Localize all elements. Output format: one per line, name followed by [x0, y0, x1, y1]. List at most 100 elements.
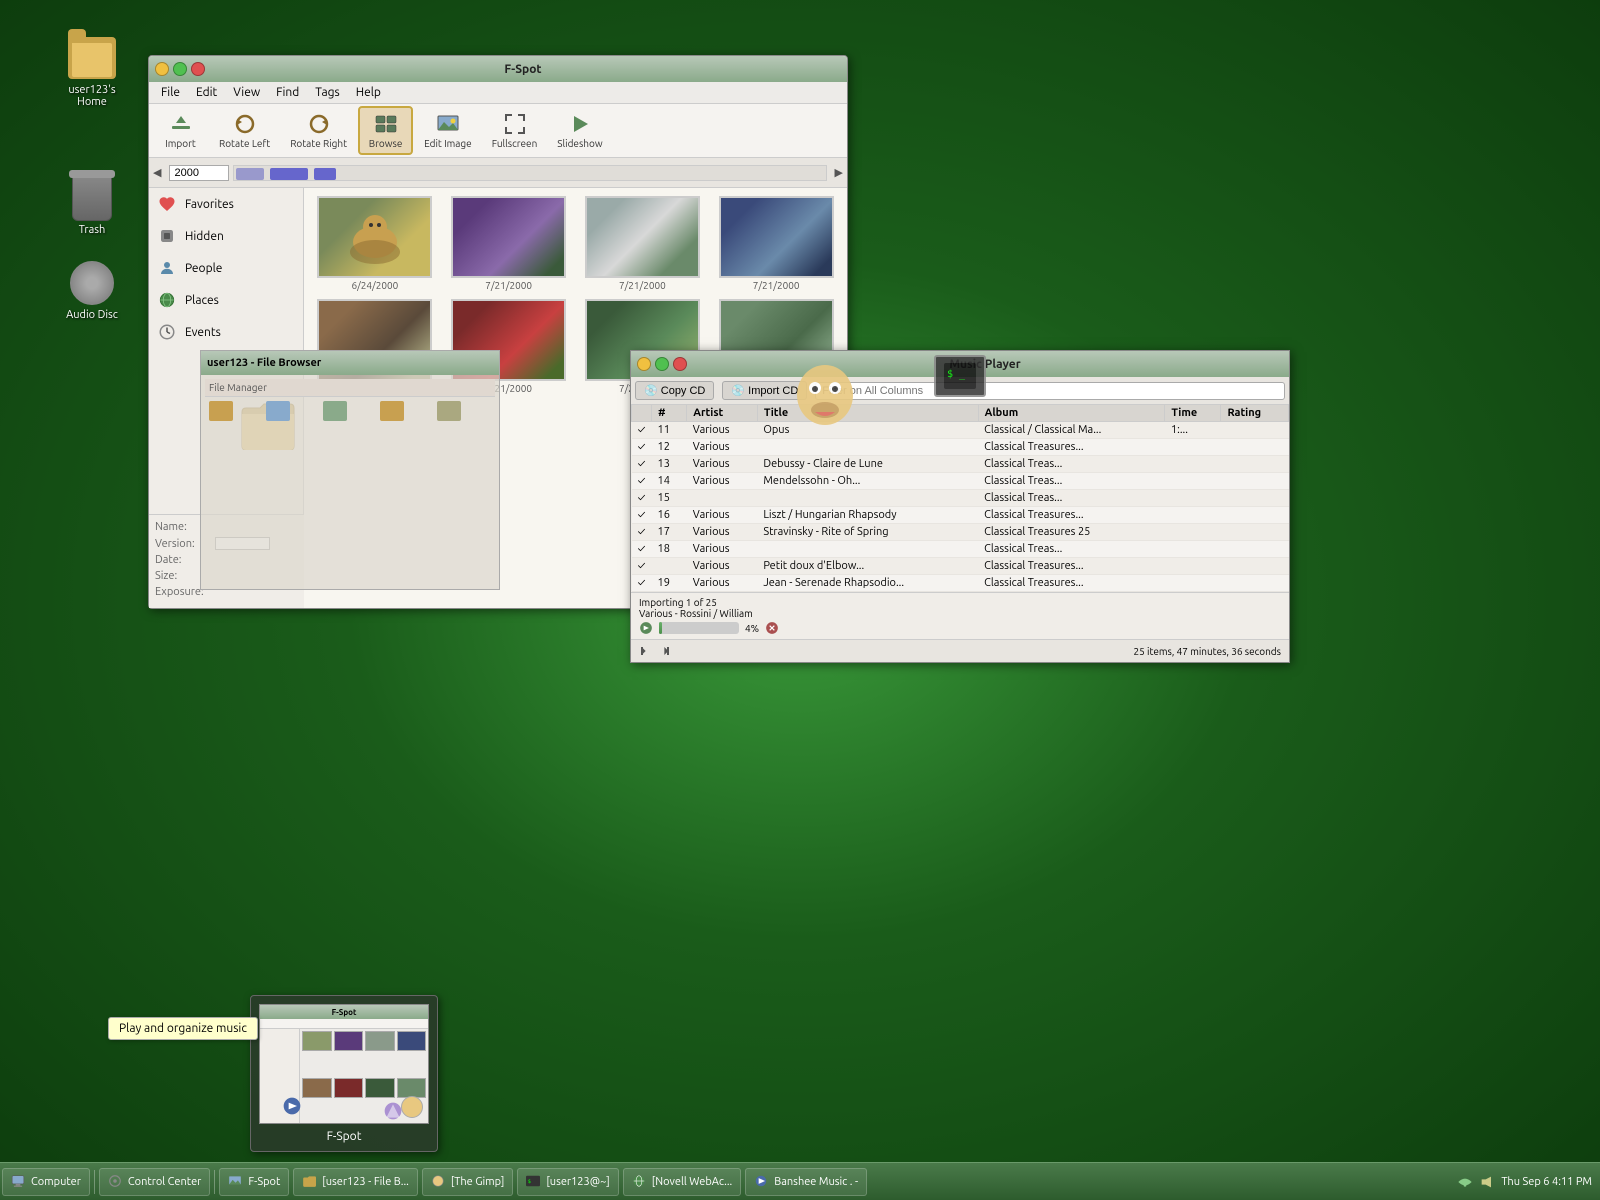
fullscreen-icon — [503, 112, 527, 136]
taskbar-control-center[interactable]: Control Center — [99, 1168, 210, 1196]
sidebar-events[interactable]: Events — [149, 316, 303, 348]
timeline-next[interactable]: ▶ — [835, 166, 843, 179]
clock: Thu Sep 6 4:11 PM — [1501, 1176, 1592, 1188]
banshee-filter-input[interactable] — [815, 382, 1285, 400]
fullscreen-label: Fullscreen — [492, 138, 538, 149]
col-album: Album — [978, 405, 1165, 422]
import-label: Import — [165, 138, 196, 149]
menu-find[interactable]: Find — [268, 84, 307, 101]
menu-file[interactable]: File — [153, 84, 188, 101]
taskbar-preview: F-Spot — [250, 995, 438, 1152]
table-row[interactable]: ✓14VariousMendelssohn - Oh...Classical T… — [632, 473, 1289, 490]
import-artist: Various - Rossini / William — [639, 608, 753, 619]
photo-cell-4[interactable]: 7/21/2000 — [713, 196, 839, 291]
network-icon — [1457, 1174, 1473, 1190]
menu-edit[interactable]: Edit — [188, 84, 225, 101]
table-row[interactable]: ✓13VariousDebussy - Claire de LuneClassi… — [632, 456, 1289, 473]
rotate-right-button[interactable]: Rotate Right — [281, 107, 356, 154]
rotate-left-icon — [233, 112, 257, 136]
file-manager-content: File Manager — [201, 375, 499, 591]
table-row[interactable]: ✓12VariousClassical Treasures... — [632, 439, 1289, 456]
photo-cell-3[interactable]: 7/21/2000 — [580, 196, 706, 291]
hidden-label: Hidden — [185, 230, 224, 243]
trash-icon-label: Trash — [79, 224, 106, 236]
banshee-maximize-button[interactable] — [655, 357, 669, 371]
close-button[interactable] — [191, 62, 205, 76]
fullscreen-button[interactable]: Fullscreen — [483, 107, 547, 154]
terminal-label: [user123@~] — [546, 1176, 609, 1188]
prev-track-icon[interactable] — [639, 643, 655, 659]
banshee-close-button[interactable] — [673, 357, 687, 371]
banshee-track-table: # Artist Title Album Time Rating ✓11Vari… — [631, 404, 1289, 592]
photo-thumb-4[interactable] — [719, 196, 834, 278]
hidden-icon — [157, 226, 177, 246]
home-icon-label: user123's Home — [56, 84, 128, 108]
taskbar-novell[interactable]: [Novell WebAc... — [623, 1168, 741, 1196]
desktop-icon-home[interactable]: user123's Home — [52, 30, 132, 112]
photo-thumb-1[interactable] — [317, 196, 432, 278]
taskbar-terminal[interactable]: $ [user123@~] — [517, 1168, 618, 1196]
table-row[interactable]: ✓16VariousLiszt / Hungarian RhapsodyClas… — [632, 507, 1289, 524]
copy-cd-button[interactable]: 💿 Copy CD — [635, 381, 714, 400]
rotate-left-button[interactable]: Rotate Left — [210, 107, 279, 154]
slideshow-button[interactable]: Slideshow — [548, 107, 611, 154]
photo-cell-2[interactable]: 7/21/2000 — [446, 196, 572, 291]
gimp-label: [The Gimp] — [451, 1176, 504, 1188]
table-row[interactable]: ✓18VariousClassical Treas... — [632, 541, 1289, 558]
computer-label: Computer — [31, 1176, 81, 1188]
terminal-desktop-item: $ _ — [920, 355, 1000, 425]
photo-cell-1[interactable]: 6/24/2000 — [312, 196, 438, 291]
desktop-icon-audio[interactable]: Audio Disc — [52, 255, 132, 325]
places-label: Places — [185, 294, 219, 307]
sidebar-people[interactable]: People — [149, 252, 303, 284]
banshee-status-text: 25 items, 47 minutes, 36 seconds — [1133, 646, 1281, 657]
taskbar-fspot[interactable]: F-Spot — [219, 1168, 289, 1196]
sidebar-favorites[interactable]: Favorites — [149, 188, 303, 220]
import-button[interactable]: Import — [153, 107, 208, 154]
fspot-window-title: F-Spot — [205, 63, 841, 76]
events-icon — [157, 322, 177, 342]
svg-text:$: $ — [528, 1178, 531, 1184]
table-row[interactable]: ✓VariousPetit doux d'Elbow...Classical T… — [632, 558, 1289, 575]
desktop-icon-trash[interactable]: Trash — [52, 170, 132, 240]
fspot-menubar: File Edit View Find Tags Help — [149, 82, 847, 104]
timeline-slider[interactable] — [233, 165, 826, 181]
taskbar-banshee[interactable]: Banshee Music . - — [745, 1168, 867, 1196]
cancel-import-icon[interactable] — [765, 621, 779, 635]
sidebar-places[interactable]: Places — [149, 284, 303, 316]
import-text: Importing 1 of 25 — [639, 597, 717, 608]
import-icon — [169, 112, 193, 136]
taskbar-computer[interactable]: Computer — [2, 1168, 90, 1196]
progress-bar — [659, 622, 739, 634]
menu-view[interactable]: View — [225, 84, 268, 101]
taskbar: Computer Control Center F-Spot [user123 … — [0, 1162, 1600, 1200]
favorites-label: Favorites — [185, 198, 234, 211]
sidebar-hidden[interactable]: Hidden — [149, 220, 303, 252]
photo-thumb-2[interactable] — [451, 196, 566, 278]
fspot-taskbar-icon — [228, 1174, 244, 1190]
menu-tags[interactable]: Tags — [307, 84, 347, 101]
browse-button[interactable]: Browse — [358, 106, 413, 155]
people-label: People — [185, 262, 222, 275]
edit-image-button[interactable]: Edit Image — [415, 107, 481, 154]
menu-help[interactable]: Help — [348, 84, 389, 101]
table-row[interactable]: ✓19VariousJean - Serenade Rhapsodio...Cl… — [632, 575, 1289, 592]
taskbar-file-browser[interactable]: [user123 - File B... — [293, 1168, 418, 1196]
file-browser-label: [user123 - File B... — [322, 1176, 409, 1188]
timeline-year-input[interactable] — [169, 165, 229, 181]
col-rating: Rating — [1221, 405, 1289, 422]
minimize-button[interactable] — [155, 62, 169, 76]
photo-thumb-3[interactable] — [585, 196, 700, 278]
photo-date-2: 7/21/2000 — [485, 280, 532, 291]
table-row[interactable]: ✓17VariousStravinsky - Rite of SpringCla… — [632, 524, 1289, 541]
timeline-prev[interactable]: ◀ — [153, 166, 161, 179]
taskbar-gimp[interactable]: [The Gimp] — [422, 1168, 513, 1196]
favorites-icon — [157, 194, 177, 214]
maximize-button[interactable] — [173, 62, 187, 76]
volume-icon[interactable] — [1479, 1174, 1495, 1190]
browse-icon — [374, 112, 398, 136]
next-track-icon[interactable] — [655, 643, 671, 659]
banshee-label: Banshee Music . - — [774, 1176, 858, 1188]
banshee-minimize-button[interactable] — [637, 357, 651, 371]
table-row[interactable]: ✓15Classical Treas... — [632, 490, 1289, 507]
